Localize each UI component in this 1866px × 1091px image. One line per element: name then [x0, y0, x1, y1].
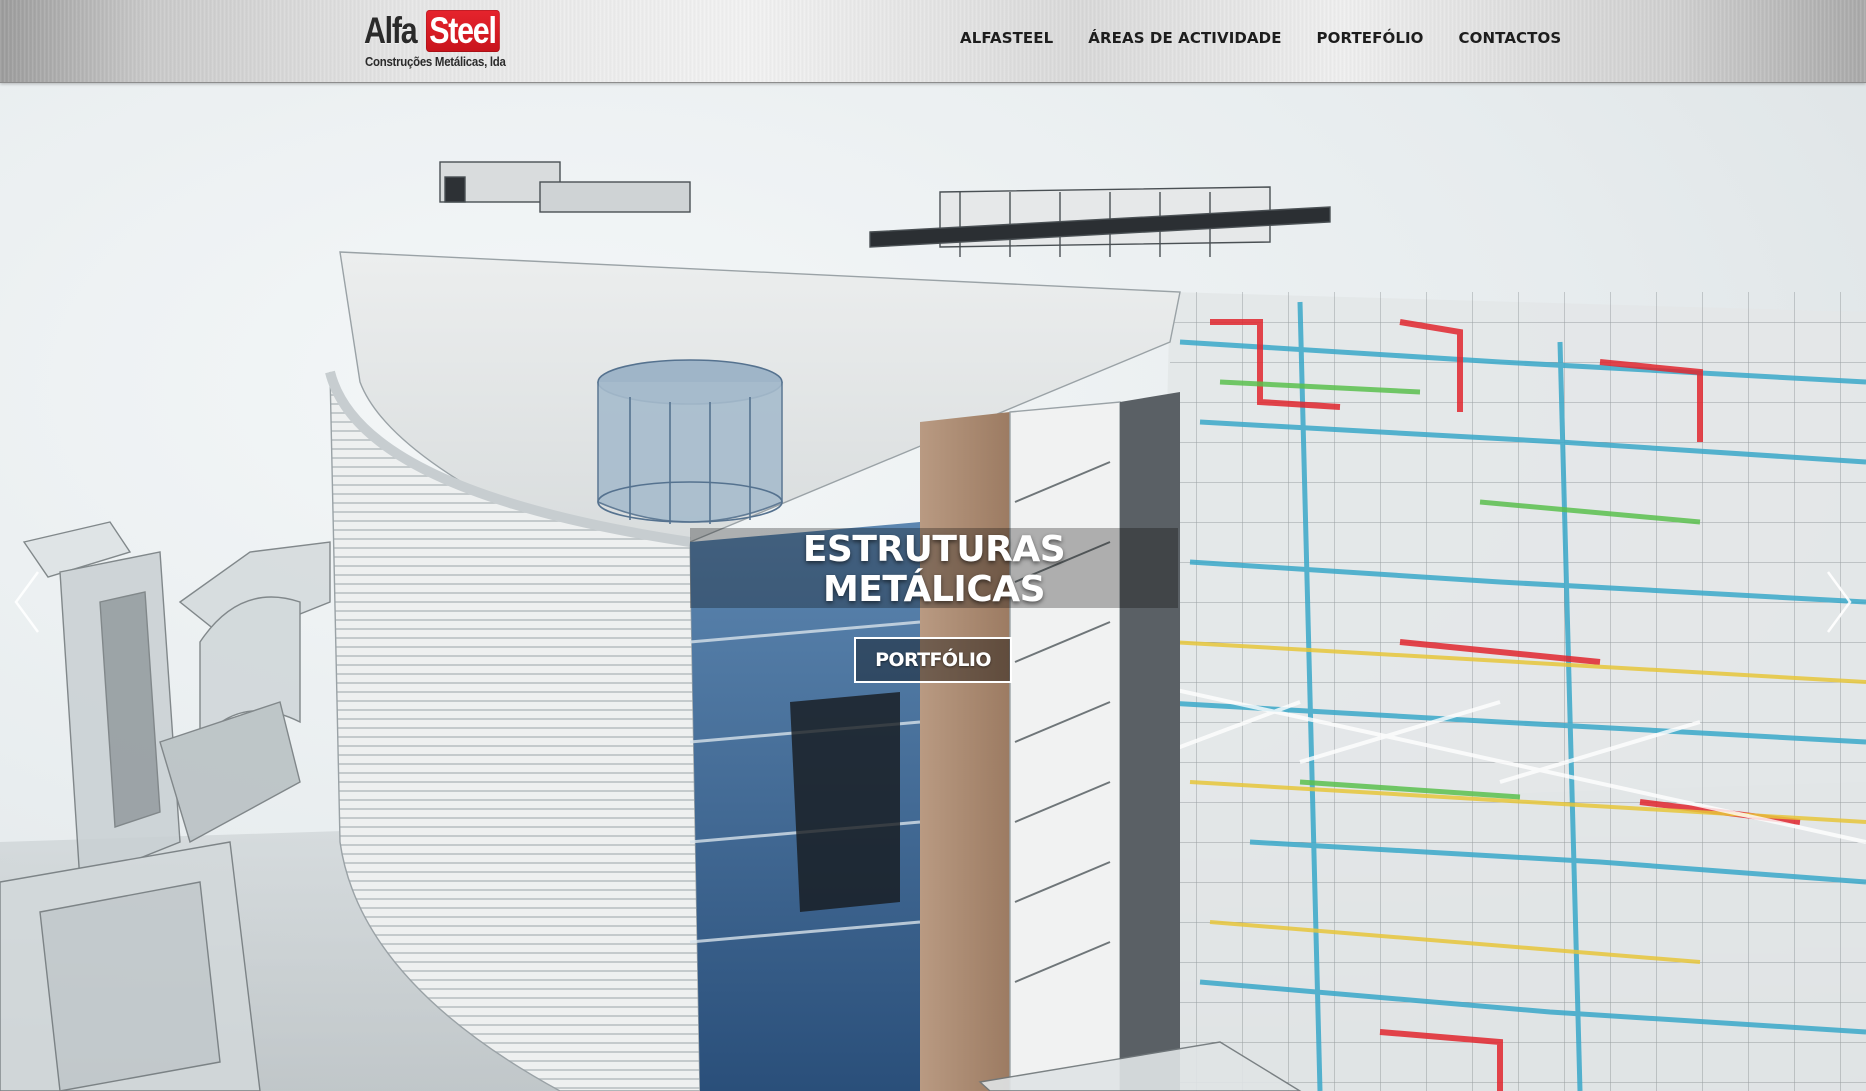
hero-title: ESTRUTURAS METÁLICAS	[802, 529, 1066, 610]
chevron-right-icon	[1826, 571, 1852, 633]
nav-item-portefolio[interactable]: PORTEFÓLIO	[1317, 29, 1424, 47]
logo-tagline: Construções Metálicas, lda	[365, 54, 506, 69]
alfasteel-logo[interactable]: Alfa Steel Construções Metálicas, lda	[364, 10, 526, 72]
page: Alfa Steel Construções Metálicas, lda AL…	[0, 0, 1866, 1091]
slider-prev-button[interactable]	[8, 562, 48, 642]
chevron-left-icon	[14, 571, 40, 633]
logo-wordmark: Alfa Steel	[364, 10, 516, 52]
slider-next-button[interactable]	[1818, 562, 1858, 642]
portfolio-button[interactable]: PORTFÓLIO	[854, 637, 1012, 683]
site-header: Alfa Steel Construções Metálicas, lda AL…	[0, 0, 1866, 83]
hero-slider: ESTRUTURAS METÁLICAS PORTFÓLIO	[0, 82, 1866, 1091]
nav-item-alfasteel[interactable]: ALFASTEEL	[960, 29, 1053, 47]
nav-item-contactos[interactable]: CONTACTOS	[1459, 29, 1562, 47]
nav-item-areas-de-actividade[interactable]: ÁREAS DE ACTIVIDADE	[1088, 29, 1281, 47]
main-nav: ALFASTEEL ÁREAS DE ACTIVIDADE PORTEFÓLIO…	[960, 0, 1596, 76]
logo-steel: Steel	[426, 10, 500, 52]
logo-alfa: Alfa	[364, 10, 418, 51]
